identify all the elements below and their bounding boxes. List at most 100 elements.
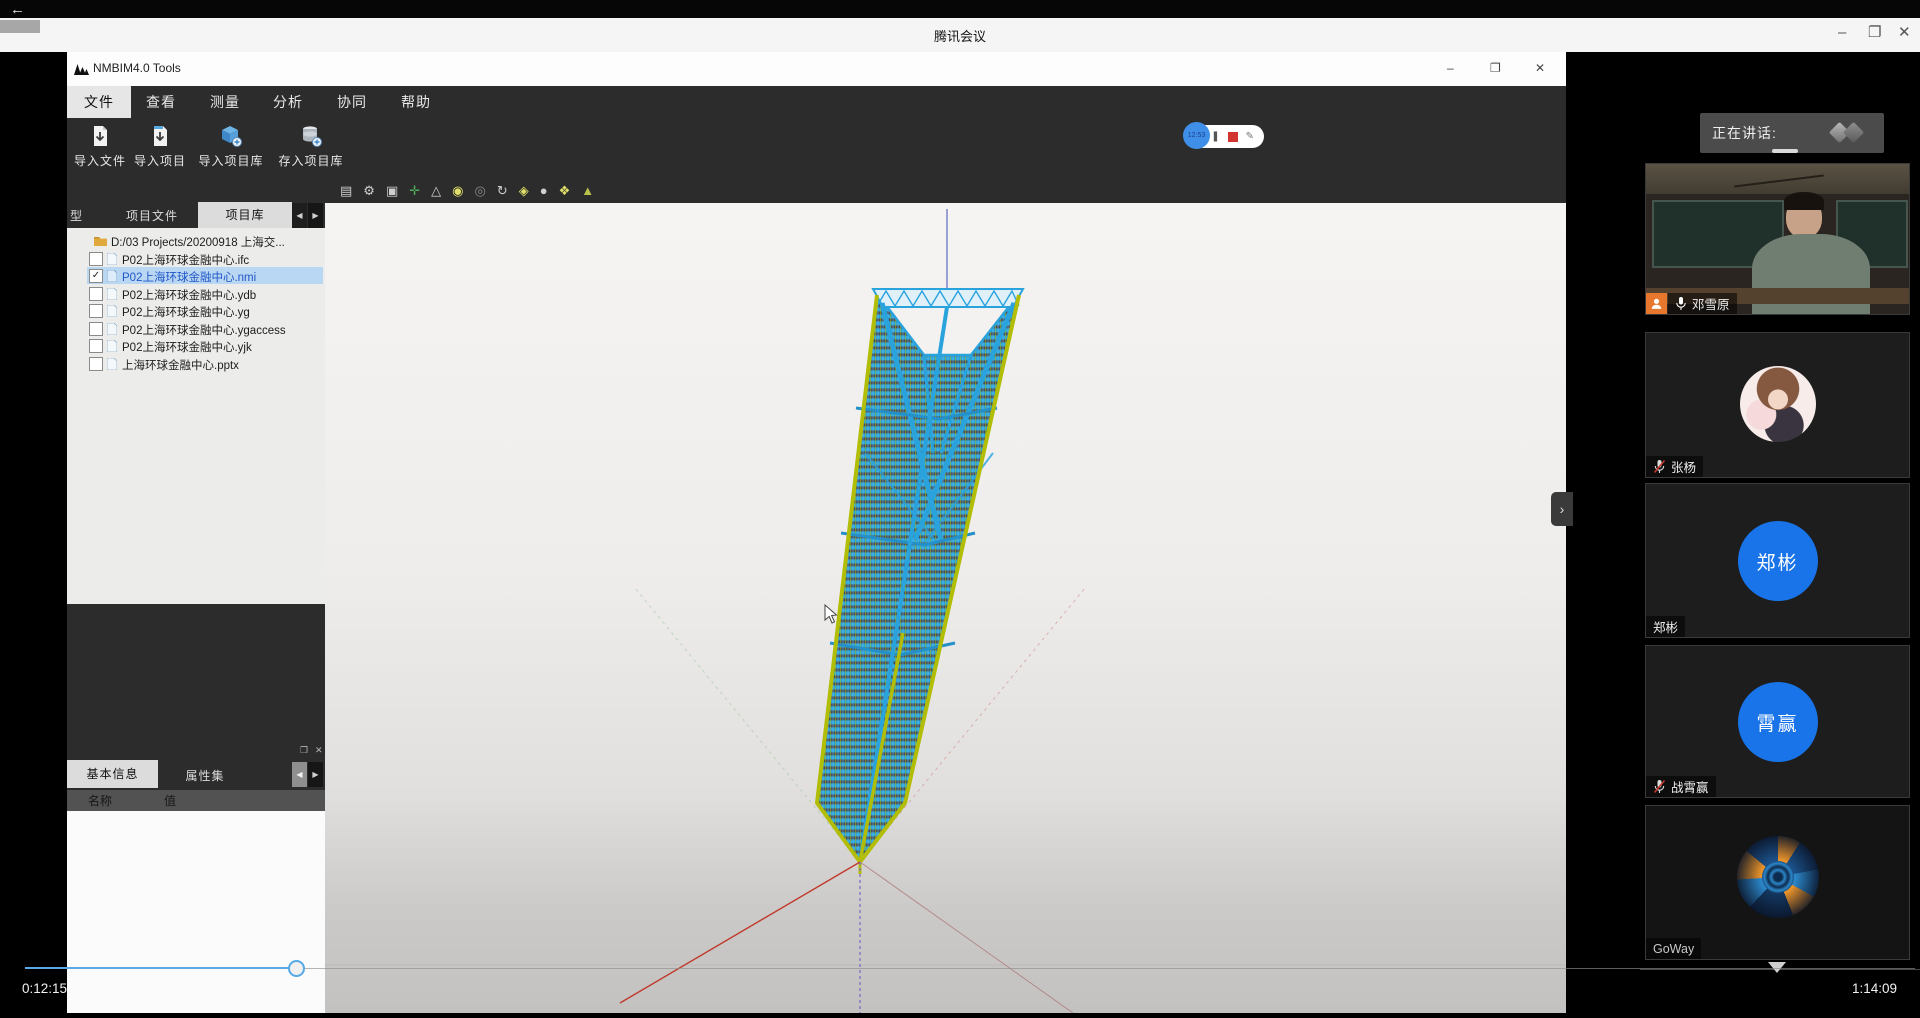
- app-minimize-button[interactable]: –: [1447, 61, 1454, 75]
- recorder-stop-button[interactable]: [1228, 132, 1238, 142]
- menu-view[interactable]: 查看: [140, 86, 182, 118]
- file-icon: [107, 270, 117, 285]
- meeting-title: 腾讯会议: [934, 26, 986, 45]
- app-title: NMBIM4.0 Tools: [93, 61, 181, 75]
- avatar-initials: 郑彬: [1738, 521, 1818, 601]
- tab-basic-info[interactable]: 基本信息: [67, 760, 158, 788]
- meeting-restore-button[interactable]: ❐: [1868, 25, 1881, 40]
- checkbox[interactable]: [89, 339, 103, 353]
- snapshot-icon[interactable]: ▣: [386, 183, 398, 199]
- menu-analysis[interactable]: 分析: [267, 86, 309, 118]
- participant-name: 张杨: [1671, 457, 1696, 476]
- file-icon: [107, 323, 117, 338]
- scroll-up-indicator[interactable]: [1772, 149, 1798, 153]
- tree-row-pptx[interactable]: 上海环球金融中心.pptx: [67, 355, 325, 373]
- file-icon: [107, 340, 117, 355]
- 3d-scene: [325, 203, 1566, 1013]
- cone-add-icon[interactable]: ▲: [581, 183, 594, 198]
- file-icon: [107, 358, 117, 373]
- app-toolbar: 导入文件 导入项目 导入项目库 存入项目库: [67, 118, 1566, 177]
- tabs-scroll-right-button[interactable]: ▶: [308, 203, 323, 228]
- checkbox[interactable]: [89, 304, 103, 318]
- rotate-view-icon[interactable]: ↻: [497, 183, 508, 199]
- participant-name: GoWay: [1653, 942, 1694, 956]
- save-project-library-button[interactable]: 存入项目库: [274, 123, 348, 173]
- import-file-icon: [72, 123, 128, 149]
- tabs-scroll-left-button[interactable]: ◀: [292, 203, 307, 228]
- participant-name-label: 邓雪原: [1668, 293, 1737, 314]
- meeting-logo-icon: [1843, 122, 1864, 143]
- left-panel: 型 项目文件 项目库 ◀ ▶ D:/03 Projects/20200918 上…: [67, 177, 325, 1013]
- menu-help[interactable]: 帮助: [395, 86, 437, 118]
- participant-tile-avatar[interactable]: GoWay: [1645, 805, 1910, 960]
- orbit-icon[interactable]: ◎: [475, 183, 486, 199]
- settings-gear-icon[interactable]: ⚙: [363, 183, 375, 199]
- props-scroll-left-button[interactable]: ◀: [292, 762, 307, 787]
- checkbox[interactable]: [89, 357, 103, 371]
- import-file-button[interactable]: 导入文件: [72, 123, 128, 173]
- tree-row-yjk[interactable]: P02上海环球金融中心.yjk: [67, 337, 325, 355]
- recorder-edit-button[interactable]: ✎: [1246, 131, 1254, 142]
- checkbox[interactable]: [89, 322, 103, 336]
- player-knob[interactable]: [288, 960, 305, 977]
- player-current-time: 0:12:15: [22, 981, 67, 996]
- sphere-view-icon[interactable]: ●: [540, 183, 548, 198]
- import-project-library-icon: [196, 123, 266, 149]
- leftover-button: [0, 20, 40, 33]
- panel-collapse-chevron[interactable]: ›: [1551, 492, 1573, 526]
- tree-row-nmi[interactable]: ✓ P02上海环球金融中心.nmi: [67, 267, 325, 285]
- checkbox[interactable]: [89, 287, 103, 301]
- participant-tile-avatar[interactable]: 张杨: [1645, 332, 1910, 478]
- app-close-button[interactable]: ✕: [1535, 61, 1545, 75]
- tree-root-folder[interactable]: D:/03 Projects/20200918 上海交...: [67, 232, 325, 250]
- participant-tile-video[interactable]: 邓雪原: [1645, 163, 1910, 315]
- recorder-timer[interactable]: 12:53: [1183, 122, 1210, 149]
- props-scroll-right-button[interactable]: ▶: [308, 762, 323, 787]
- player-progress[interactable]: [25, 967, 289, 969]
- import-project-button[interactable]: 导入项目: [132, 123, 188, 173]
- checkbox[interactable]: [89, 252, 103, 266]
- tab-project-files[interactable]: 项目文件: [122, 207, 182, 224]
- import-project-icon: [132, 123, 188, 149]
- menu-file[interactable]: 文件: [67, 86, 131, 118]
- menu-measure[interactable]: 测量: [204, 86, 246, 118]
- col-value: 值: [164, 792, 176, 809]
- player-track[interactable]: [305, 968, 1915, 969]
- participant-tile-initials[interactable]: 郑彬 郑彬: [1645, 483, 1910, 638]
- participant-name-label: 郑彬: [1646, 616, 1685, 637]
- tree-row-yg[interactable]: P02上海环球金融中心.yg: [67, 302, 325, 320]
- app-menubar: 文件 查看 测量 分析 协同 帮助: [67, 86, 1566, 118]
- tab-property-set[interactable]: 属性集: [179, 767, 231, 784]
- tree-row-ygaccess[interactable]: P02上海环球金融中心.ygaccess: [67, 320, 325, 338]
- app-restore-button[interactable]: ❐: [1490, 61, 1501, 75]
- menu-collaborate[interactable]: 协同: [331, 86, 373, 118]
- speaker-hair: [1784, 192, 1824, 210]
- back-arrow-icon[interactable]: ←: [10, 1, 25, 18]
- axes-icon[interactable]: ✛: [409, 183, 420, 199]
- mic-muted-icon: [1653, 459, 1666, 474]
- nmbim-app-window: NMBIM4.0 Tools – ❐ ✕ 文件 查看 测量 分析 协同 帮助 导…: [67, 52, 1566, 1013]
- cube-add-icon[interactable]: ❖: [559, 183, 571, 199]
- panel-close-icon[interactable]: ✕: [315, 745, 323, 756]
- cube-mark-icon[interactable]: ◈: [519, 183, 529, 199]
- avatar-spiral: [1762, 861, 1794, 893]
- checkbox-checked[interactable]: ✓: [89, 269, 103, 283]
- tree-row-ifc[interactable]: P02上海环球金融中心.ifc: [67, 250, 325, 268]
- meeting-close-button[interactable]: ✕: [1898, 25, 1911, 40]
- meeting-minimize-button[interactable]: –: [1838, 25, 1846, 40]
- member-badge-icon: [1646, 293, 1667, 314]
- sphere-select-icon[interactable]: ◉: [452, 183, 463, 199]
- import-project-library-button[interactable]: 导入项目库: [196, 123, 266, 173]
- props-table-header: 名称 值: [67, 790, 325, 811]
- tree-row-ydb[interactable]: P02上海环球金融中心.ydb: [67, 285, 325, 303]
- participant-name: 邓雪原: [1692, 294, 1730, 313]
- tab-model-partial[interactable]: 型: [70, 207, 83, 224]
- file-icon: [107, 288, 117, 303]
- display-mode-icon[interactable]: ▤: [340, 183, 352, 199]
- tab-project-library[interactable]: 项目库: [198, 202, 292, 228]
- viewport-3d-canvas[interactable]: [325, 203, 1566, 1013]
- participant-tile-initials[interactable]: 霄赢 战霄赢: [1645, 645, 1910, 798]
- mic-on-icon: [1675, 296, 1687, 311]
- pyramid-view-icon[interactable]: △: [431, 183, 441, 199]
- panel-float-icon[interactable]: ❐: [300, 745, 308, 756]
